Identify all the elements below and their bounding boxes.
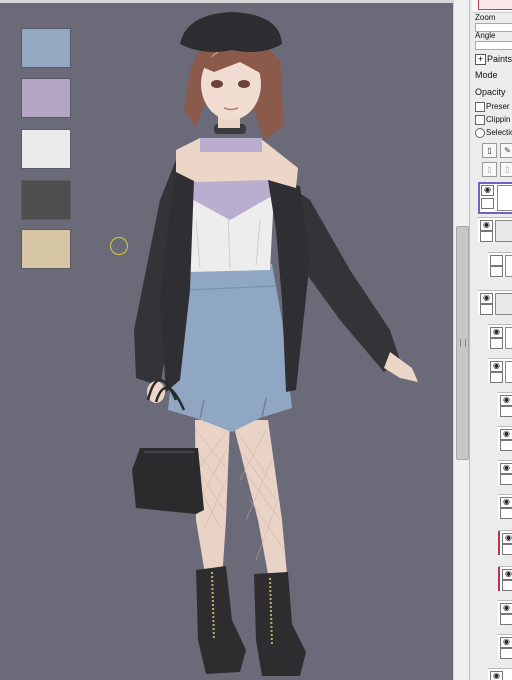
- lock-box[interactable]: [500, 614, 512, 625]
- lock-box[interactable]: [500, 648, 512, 659]
- angle-label: Angle: [475, 31, 496, 40]
- lock-box[interactable]: [500, 508, 512, 519]
- eye-icon[interactable]: ◉: [500, 463, 512, 474]
- new-linework-icon[interactable]: ✎: [500, 143, 512, 158]
- layer-row[interactable]: ◉: [498, 392, 512, 417]
- eye-icon[interactable]: ◉: [481, 185, 494, 196]
- folder-icon: [495, 220, 512, 242]
- layer-thumbnail: [505, 255, 512, 277]
- lock-box[interactable]: [500, 474, 512, 485]
- clipping-marker: [498, 531, 500, 555]
- eye-icon[interactable]: ◉: [490, 671, 503, 680]
- lock-box[interactable]: [490, 266, 503, 277]
- selection-source-radio[interactable]: [475, 128, 485, 138]
- clipping-checkbox[interactable]: [475, 115, 485, 125]
- eye-icon[interactable]: ◉: [480, 293, 493, 304]
- layer-row[interactable]: ◉: [498, 634, 512, 659]
- scrollbar-thumb[interactable]: [456, 226, 469, 460]
- lock-box[interactable]: [502, 544, 512, 555]
- layer-row[interactable]: ◉: [498, 426, 512, 451]
- scrollbar-grip: [460, 339, 466, 347]
- color-indicator: [478, 0, 512, 10]
- preserve-opacity-checkbox[interactable]: [475, 102, 485, 112]
- pen-icon[interactable]: [481, 198, 494, 209]
- right-leg: [232, 420, 288, 585]
- layer-row[interactable]: ◉: [478, 290, 512, 315]
- lock-box[interactable]: [480, 231, 493, 242]
- plus-icon[interactable]: +: [475, 54, 486, 65]
- layer-thumbnail: [505, 327, 512, 349]
- paints-label: Paints: [487, 54, 512, 64]
- layer-row[interactable]: ◉: [498, 494, 512, 519]
- lock-box[interactable]: [480, 304, 493, 315]
- canvas-vertical-scrollbar[interactable]: [453, 0, 469, 680]
- layer-row[interactable]: ◉: [488, 358, 512, 383]
- eye-icon[interactable]: ◉: [500, 603, 512, 614]
- angle-slider[interactable]: [475, 41, 512, 50]
- eye-icon[interactable]: ◉: [490, 361, 503, 372]
- layer-row[interactable]: ◉: [488, 324, 512, 349]
- drawing-canvas[interactable]: [0, 0, 453, 680]
- clipping-marker: [498, 567, 500, 591]
- folder-icon: [495, 293, 512, 315]
- selection-source-label: Selectio: [486, 128, 512, 137]
- merge-layer-icon[interactable]: ▯: [500, 162, 512, 177]
- eye-icon[interactable]: ◉: [502, 533, 512, 544]
- new-layer-icon[interactable]: ▯: [482, 143, 497, 158]
- eye-icon[interactable]: ◉: [500, 637, 512, 648]
- layer-row[interactable]: ◉: [498, 600, 512, 625]
- lock-box[interactable]: [490, 372, 503, 383]
- zoom-label: Zoom: [475, 13, 496, 22]
- layer-row[interactable]: ◉: [498, 530, 512, 555]
- preserve-opacity-label: Preser: [486, 102, 510, 111]
- eye-icon[interactable]: ◉: [480, 220, 493, 231]
- layer-thumbnail: [505, 361, 512, 383]
- layer-row[interactable]: ◉: [498, 566, 512, 591]
- right-boot: [254, 572, 306, 676]
- clipping-label: Clippin: [486, 115, 511, 124]
- right-hand: [384, 352, 418, 382]
- left-boot: [196, 566, 246, 674]
- eye-icon[interactable]: ◉: [500, 497, 512, 508]
- lock-box[interactable]: [502, 580, 512, 591]
- handbag: [132, 448, 204, 514]
- copy-layer-icon[interactable]: ▯: [482, 162, 497, 177]
- layer-row[interactable]: ◉: [498, 460, 512, 485]
- layer-row[interactable]: ◉: [478, 217, 512, 242]
- layer-row[interactable]: [488, 252, 512, 277]
- eye-icon[interactable]: ◉: [490, 327, 503, 338]
- active-layer[interactable]: ◉: [478, 182, 512, 214]
- eye-icon[interactable]: ◉: [500, 395, 512, 406]
- color-bar-top: [472, 0, 512, 13]
- lock-box[interactable]: [500, 440, 512, 451]
- eye-icon[interactable]: ◉: [500, 429, 512, 440]
- opacity-label: Opacity: [475, 87, 506, 97]
- eye-icon[interactable]: ◉: [502, 569, 512, 580]
- mode-label: Mode: [475, 70, 498, 80]
- beret: [180, 12, 282, 52]
- character-illustration: [132, 12, 418, 676]
- tool-panel: Zoom Angle + Paints Mode Opacity Preser …: [469, 0, 512, 680]
- lock-box[interactable]: [490, 338, 503, 349]
- layer-thumbnail: [497, 185, 512, 211]
- lock-box[interactable]: [490, 255, 503, 266]
- layer-row[interactable]: ◉: [488, 668, 512, 680]
- lock-box[interactable]: [500, 406, 512, 417]
